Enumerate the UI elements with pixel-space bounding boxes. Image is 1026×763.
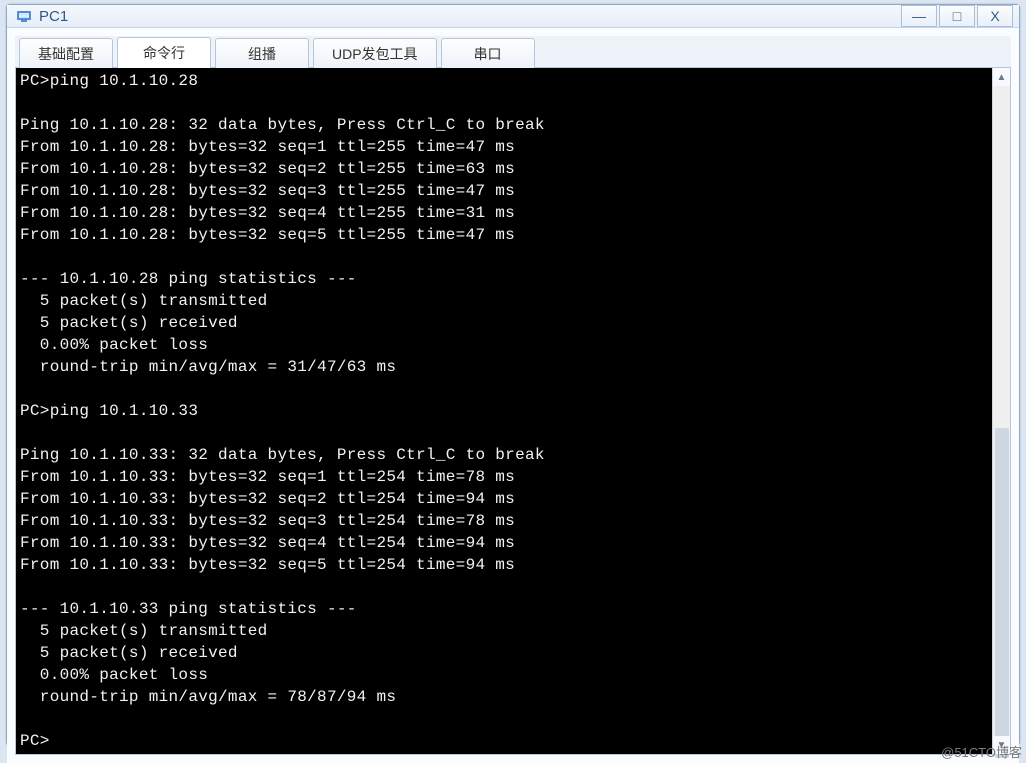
tab-udp-tool[interactable]: UDP发包工具 <box>313 38 437 68</box>
watermark: @51CTO博客 <box>941 742 1022 761</box>
app-icon <box>15 7 33 25</box>
tab-label: 串口 <box>474 44 502 64</box>
terminal-output[interactable]: PC>ping 10.1.10.28 Ping 10.1.10.28: 32 d… <box>16 68 992 754</box>
tab-basic-config[interactable]: 基础配置 <box>19 38 113 68</box>
app-window: PC1 — □ X 基础配置 命令行 组播 UDP发包工具 串口 PC>ping… <box>6 4 1020 746</box>
scroll-up-button[interactable]: ▲ <box>993 68 1010 86</box>
tab-label: 基础配置 <box>38 44 94 64</box>
tab-bar: 基础配置 命令行 组播 UDP发包工具 串口 <box>15 36 1011 68</box>
content-area: 基础配置 命令行 组播 UDP发包工具 串口 PC>ping 10.1.10.2… <box>7 28 1019 763</box>
tab-label: 命令行 <box>143 43 185 63</box>
minimize-icon: — <box>912 8 926 24</box>
tab-command-line[interactable]: 命令行 <box>117 37 211 68</box>
close-button[interactable]: X <box>977 5 1013 27</box>
maximize-icon: □ <box>953 8 961 24</box>
scroll-thumb[interactable] <box>995 428 1009 758</box>
maximize-button[interactable]: □ <box>939 5 975 27</box>
tab-multicast[interactable]: 组播 <box>215 38 309 68</box>
close-icon: X <box>990 8 999 24</box>
titlebar[interactable]: PC1 — □ X <box>7 5 1019 28</box>
window-title: PC1 <box>39 8 68 25</box>
terminal-wrapper: PC>ping 10.1.10.28 Ping 10.1.10.28: 32 d… <box>15 68 1011 755</box>
minimize-button[interactable]: — <box>901 5 937 27</box>
tab-serial[interactable]: 串口 <box>441 38 535 68</box>
tab-label: UDP发包工具 <box>332 44 418 64</box>
tab-label: 组播 <box>248 44 276 64</box>
scrollbar[interactable]: ▲ ▼ <box>992 68 1010 754</box>
